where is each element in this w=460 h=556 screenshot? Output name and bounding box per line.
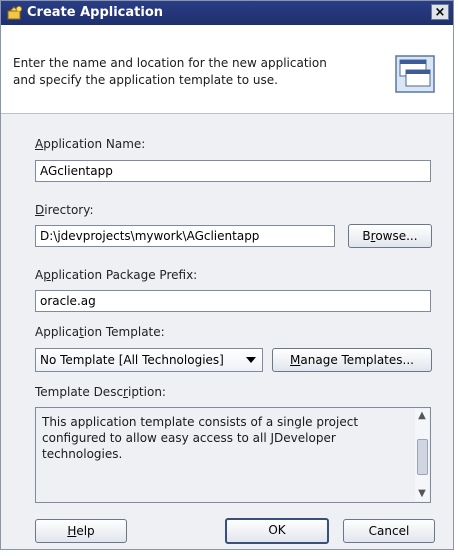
scrollbar-thumb[interactable] xyxy=(417,439,428,475)
template-description-area[interactable]: This application template consists of a … xyxy=(35,407,431,503)
package-prefix-input[interactable]: oracle.ag xyxy=(35,290,431,312)
window-title: Create Application xyxy=(27,5,164,20)
dialog-header: Enter the name and location for the new … xyxy=(1,25,453,114)
scroll-up-icon[interactable]: ▲ xyxy=(415,409,429,423)
create-application-icon xyxy=(7,5,23,21)
application-name-label: Application Name: xyxy=(35,137,146,151)
application-window-icon xyxy=(395,55,435,93)
close-icon: × xyxy=(434,5,446,20)
ok-button[interactable]: OK xyxy=(225,518,329,544)
scroll-down-icon[interactable]: ▼ xyxy=(415,487,429,501)
template-selected-value: No Template [All Technologies] xyxy=(40,353,224,367)
help-button[interactable]: Help xyxy=(35,519,127,543)
directory-label: Directory: xyxy=(35,203,94,217)
package-prefix-label: Application Package Prefix: xyxy=(35,268,198,282)
directory-input[interactable]: D:\jdevprojects\mywork\AGclientapp xyxy=(35,225,335,247)
application-template-label: Application Template: xyxy=(35,325,165,339)
browse-button[interactable]: Browse... xyxy=(348,224,432,248)
create-application-dialog: Create Application × Enter the name and … xyxy=(0,0,454,550)
title-bar[interactable]: Create Application × xyxy=(1,1,453,25)
template-description-text: This application template consists of a … xyxy=(42,415,359,461)
close-button[interactable]: × xyxy=(431,4,449,20)
template-description-label: Template Description: xyxy=(35,385,166,399)
application-name-input[interactable]: AGclientapp xyxy=(35,160,431,182)
cancel-button[interactable]: Cancel xyxy=(343,519,435,543)
chevron-down-icon xyxy=(246,357,256,363)
application-template-select[interactable]: No Template [All Technologies] xyxy=(35,348,263,372)
header-description: Enter the name and location for the new … xyxy=(13,56,327,87)
description-scrollbar[interactable]: ▲ ▼ xyxy=(415,409,429,501)
manage-templates-button[interactable]: Manage Templates... xyxy=(272,348,432,372)
